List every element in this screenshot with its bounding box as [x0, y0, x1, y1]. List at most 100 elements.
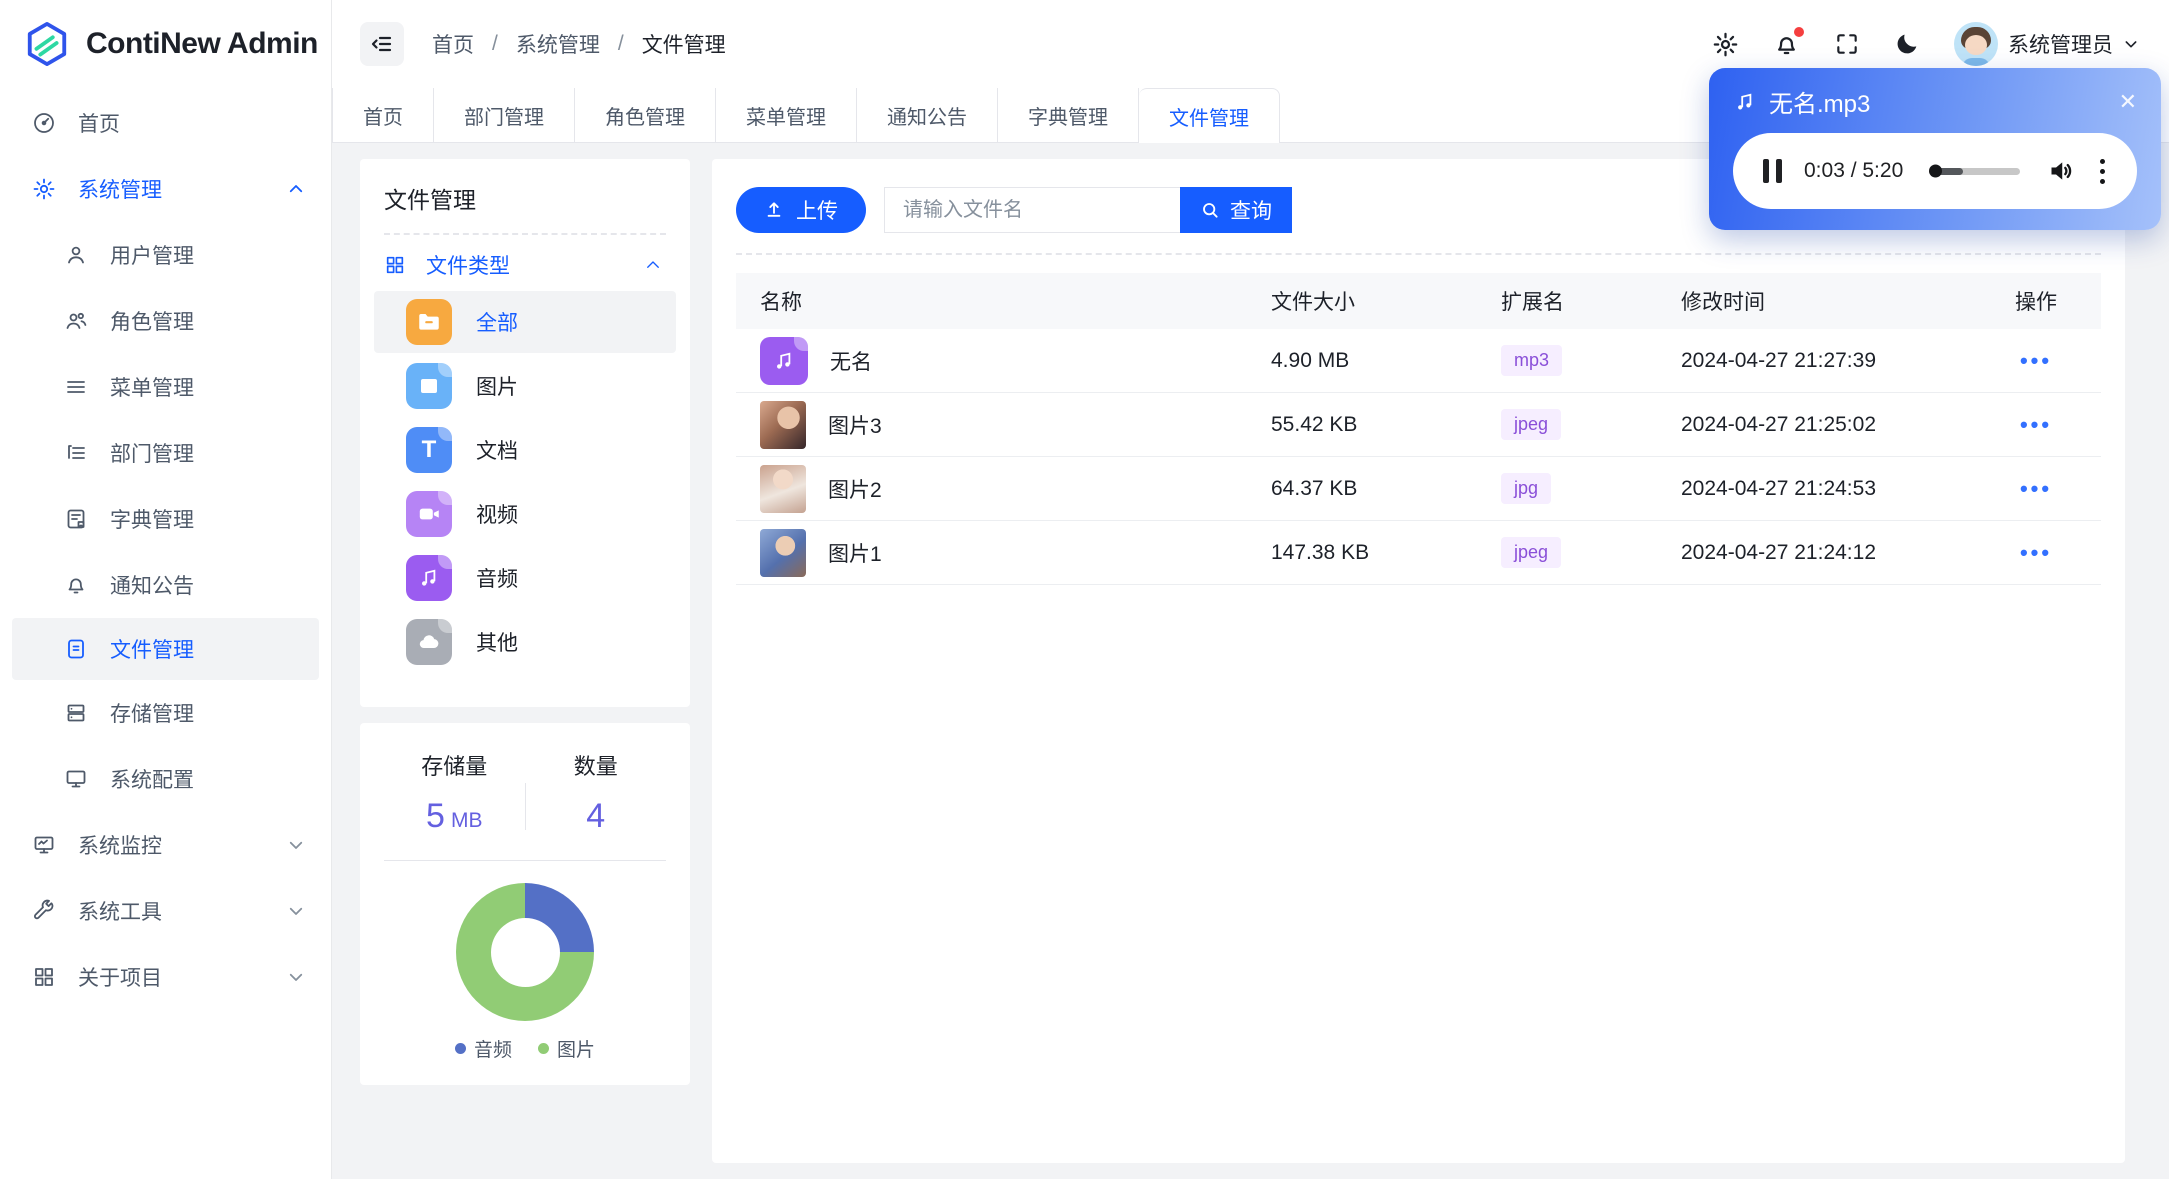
sidebar-item-label: 首页 — [78, 113, 120, 136]
tab-file-active[interactable]: 文件管理 — [1139, 88, 1280, 143]
monitor-icon — [64, 767, 88, 791]
file-name[interactable]: 图片3 — [828, 410, 882, 440]
breadcrumb-item[interactable]: 系统管理 — [516, 29, 600, 59]
file-type-other[interactable]: 其他 — [374, 611, 676, 673]
count-label: 数量 — [573, 754, 618, 779]
sidebar-item-dict-mgmt[interactable]: 字典管理 — [0, 486, 331, 552]
file-type-label: 其他 — [476, 632, 518, 655]
search-group: 查询 — [884, 187, 1292, 233]
sidebar-fold-button[interactable] — [360, 22, 404, 66]
file-name[interactable]: 图片1 — [828, 538, 882, 568]
pause-button[interactable] — [1763, 159, 1782, 183]
file-type-label: 图片 — [476, 376, 518, 399]
col-header-size: 文件大小 — [1271, 291, 1355, 314]
notifications-button[interactable] — [1773, 26, 1804, 58]
app-title: ContiNew Admin — [86, 27, 318, 60]
more-options-button[interactable] — [2098, 158, 2107, 184]
file-type-group-label: 文件类型 — [426, 255, 510, 278]
sidebar-item-home[interactable]: 首页 — [0, 90, 331, 156]
sidebar-item-role-mgmt[interactable]: 角色管理 — [0, 288, 331, 354]
file-time: 2024-04-27 21:24:12 — [1681, 540, 1876, 564]
sidebar-item-sys-config[interactable]: 系统配置 — [0, 746, 331, 812]
file-type-image[interactable]: 图片 — [374, 355, 676, 417]
file-name[interactable]: 无名 — [830, 346, 872, 376]
sidebar-item-system[interactable]: 系统管理 — [0, 156, 331, 222]
speaker-icon — [2051, 162, 2072, 180]
settings-button[interactable] — [1712, 31, 1739, 58]
table-row[interactable]: 图片3 55.42 KB jpeg 2024-04-27 21:25:02 ••… — [736, 393, 2101, 457]
sidebar-item-storage-mgmt[interactable]: 存储管理 — [0, 680, 331, 746]
fullscreen-button[interactable] — [1834, 31, 1860, 57]
close-icon[interactable]: ✕ — [2119, 90, 2137, 113]
file-name[interactable]: 图片2 — [828, 474, 882, 504]
tab-role[interactable]: 角色管理 — [575, 88, 716, 142]
sidebar-item-label: 通知公告 — [110, 575, 194, 598]
row-actions-button[interactable]: ••• — [2020, 348, 2052, 373]
tab-dict[interactable]: 字典管理 — [998, 88, 1139, 142]
search-input[interactable] — [884, 187, 1180, 233]
tab-dept[interactable]: 部门管理 — [434, 88, 575, 142]
upload-button[interactable]: 上传 — [736, 187, 866, 233]
sidebar-item-tools[interactable]: 系统工具 — [0, 878, 331, 944]
seek-bar[interactable] — [1929, 164, 2020, 178]
file-type-audio[interactable]: 音频 — [374, 547, 676, 609]
table-row[interactable]: 图片1 147.38 KB jpeg 2024-04-27 21:24:12 •… — [736, 521, 2101, 585]
sidebar-item-label: 系统管理 — [78, 179, 162, 202]
logo-hexagon-icon — [27, 21, 67, 67]
sidebar-item-notice[interactable]: 通知公告 — [0, 552, 331, 618]
audio-file-icon — [760, 336, 808, 385]
ext-badge: jpeg — [1501, 409, 1562, 440]
sidebar-item-dept-mgmt[interactable]: 部门管理 — [0, 420, 331, 486]
row-actions-button[interactable]: ••• — [2020, 540, 2052, 565]
chevron-down-icon — [287, 836, 305, 854]
breadcrumb-item[interactable]: 首页 — [432, 29, 474, 59]
sidebar-item-menu-mgmt[interactable]: 菜单管理 — [0, 354, 331, 420]
file-type-doc[interactable]: T 文档 — [374, 419, 676, 481]
sidebar-nav: 首页 系统管理 用户管理 角色管理 菜单管理 部门管理 字典管理 通知公告 文件… — [0, 88, 331, 1010]
sidebar-item-label: 系统配置 — [110, 769, 194, 792]
divider — [736, 253, 2101, 255]
content-area: 文件管理 文件类型 全部 图片 T 文档 视频 音频 其他 存储量 5 MB 数… — [332, 143, 2169, 1179]
image-thumbnail — [760, 400, 806, 449]
file-type-chart: 音频 图片 — [384, 883, 666, 1062]
sidebar-item-user-mgmt[interactable]: 用户管理 — [0, 222, 331, 288]
breadcrumb-separator: / — [492, 32, 498, 55]
tab-notice[interactable]: 通知公告 — [857, 88, 998, 142]
breadcrumb-separator: / — [617, 32, 624, 55]
row-actions-button[interactable]: ••• — [2020, 476, 2052, 501]
tab-home[interactable]: 首页 — [332, 88, 434, 142]
legend-item-image[interactable]: 图片 — [538, 1035, 595, 1062]
count-stat: 数量 4 — [526, 749, 667, 836]
volume-button[interactable] — [2048, 157, 2076, 185]
seek-knob[interactable] — [1929, 164, 1943, 178]
sidebar-item-monitor[interactable]: 系统监控 — [0, 812, 331, 878]
user-name: 系统管理员 — [2008, 34, 2113, 57]
count-value: 4 — [586, 797, 606, 835]
donut-chart — [456, 883, 594, 1021]
file-type-group[interactable]: 文件类型 — [384, 241, 666, 289]
file-type-video[interactable]: 视频 — [374, 483, 676, 545]
legend-item-audio[interactable]: 音频 — [454, 1035, 512, 1062]
table-row[interactable]: 无名 4.90 MB mp3 2024-04-27 21:27:39 ••• — [736, 329, 2101, 393]
file-type-all[interactable]: 全部 — [374, 291, 676, 353]
query-button[interactable]: 查询 — [1180, 187, 1292, 233]
dark-mode-button[interactable] — [1894, 31, 1920, 57]
avatar — [1954, 22, 1998, 66]
image-thumbnail — [760, 464, 806, 513]
file-table: 名称 文件大小 扩展名 修改时间 操作 无名 4.90 MB mp3 2024-… — [736, 273, 2101, 585]
file-size: 64.37 KB — [1271, 476, 1358, 500]
tab-menu[interactable]: 菜单管理 — [716, 88, 857, 142]
dictionary-icon — [64, 507, 88, 531]
chevron-down-icon — [287, 968, 305, 986]
user-menu[interactable]: 系统管理员 — [1954, 22, 2139, 66]
file-icon — [64, 637, 88, 661]
col-header-ops: 操作 — [2015, 291, 2057, 314]
monitor-chart-icon — [32, 833, 56, 857]
table-row[interactable]: 图片2 64.37 KB jpg 2024-04-27 21:24:53 ••• — [736, 457, 2101, 521]
sidebar-item-about[interactable]: 关于项目 — [0, 944, 331, 1010]
stats-row: 存储量 5 MB 数量 4 — [384, 749, 666, 836]
sidebar-item-file-mgmt[interactable]: 文件管理 — [12, 618, 319, 680]
ext-badge: mp3 — [1501, 345, 1563, 376]
app-logo[interactable]: ContiNew Admin — [0, 0, 331, 88]
row-actions-button[interactable]: ••• — [2020, 412, 2052, 437]
